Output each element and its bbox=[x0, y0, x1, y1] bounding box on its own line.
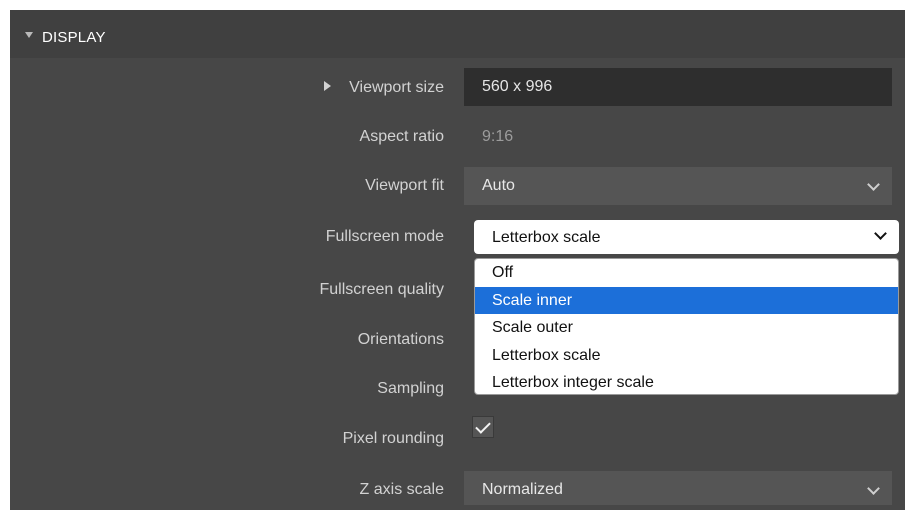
viewport-size-field[interactable]: 560 x 996 bbox=[464, 68, 892, 106]
fullscreen-mode-label: Fullscreen mode bbox=[325, 228, 444, 245]
z-axis-scale-label: Z axis scale bbox=[359, 481, 444, 498]
expand-arrow-icon[interactable] bbox=[324, 81, 332, 92]
viewport-fit-value: Auto bbox=[482, 177, 515, 194]
collapse-triangle-icon[interactable] bbox=[25, 32, 33, 38]
aspect-ratio-field: 9:16 bbox=[464, 118, 892, 156]
dropdown-option-letterbox-integer-scale[interactable]: Letterbox integer scale bbox=[475, 369, 898, 394]
viewport-fit-label: Viewport fit bbox=[365, 177, 444, 194]
dropdown-option-scale-inner[interactable]: Scale inner bbox=[475, 286, 898, 314]
dropdown-option-scale-outer[interactable]: Scale outer bbox=[475, 314, 898, 342]
checkmark-icon bbox=[475, 418, 491, 434]
chevron-down-icon bbox=[867, 482, 880, 495]
fullscreen-mode-dropdown: Off Scale inner Scale outer Letterbox sc… bbox=[474, 258, 899, 395]
z-axis-scale-select[interactable]: Normalized bbox=[464, 471, 892, 505]
section-title: DISPLAY bbox=[42, 29, 106, 46]
chevron-down-icon bbox=[874, 227, 887, 240]
dropdown-option-letterbox-scale[interactable]: Letterbox scale bbox=[475, 342, 898, 370]
aspect-ratio-label: Aspect ratio bbox=[359, 128, 444, 145]
fullscreen-mode-select[interactable]: Letterbox scale bbox=[474, 220, 899, 254]
z-axis-scale-value: Normalized bbox=[482, 481, 563, 498]
aspect-ratio-value: 9:16 bbox=[482, 128, 514, 145]
display-section-header[interactable]: DISPLAY bbox=[10, 10, 905, 58]
fullscreen-quality-label: Fullscreen quality bbox=[319, 281, 445, 298]
viewport-size-value: 560 x 996 bbox=[482, 78, 553, 95]
orientations-label: Orientations bbox=[357, 331, 444, 348]
viewport-fit-select[interactable]: Auto bbox=[464, 167, 892, 205]
dropdown-option-off[interactable]: Off bbox=[475, 259, 898, 287]
sampling-label: Sampling bbox=[377, 380, 444, 397]
pixel-rounding-label: Pixel rounding bbox=[342, 430, 444, 447]
viewport-size-label[interactable]: Viewport size bbox=[324, 79, 444, 97]
fullscreen-mode-value: Letterbox scale bbox=[492, 229, 601, 246]
pixel-rounding-checkbox[interactable] bbox=[472, 416, 494, 438]
chevron-down-icon bbox=[867, 178, 880, 191]
viewport-size-label-text: Viewport size bbox=[349, 79, 444, 96]
